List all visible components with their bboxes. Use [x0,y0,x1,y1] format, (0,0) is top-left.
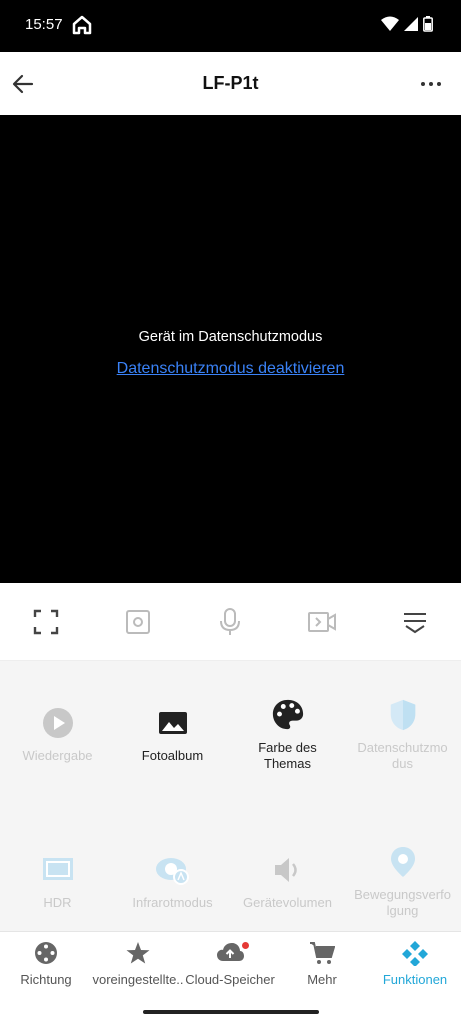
snapshot-button[interactable] [123,607,153,637]
tab-presets[interactable]: voreingestellte.. [92,932,184,994]
hdr-icon [42,858,73,880]
app-bar: LF-P1t [0,52,461,115]
disable-privacy-link[interactable]: Datenschutzmodus deaktivieren [0,360,461,378]
home-indicator[interactable] [143,1010,319,1014]
joystick-icon [35,942,57,964]
feature-label: HDR [43,895,72,910]
star-icon [126,942,150,964]
tab-functions[interactable]: Funktionen [369,932,461,994]
status-time: 15:57 [25,16,63,33]
wifi-icon [381,16,399,31]
feature-grid: Wiedergabe Fotoalbum Farbe des Themas Da… [0,661,461,931]
palette-icon [272,699,303,730]
feature-label: Infrarotmodus [132,895,213,910]
feature-motion-tracking[interactable]: Bewegungsverfolgung [345,845,460,919]
feature-infrared-mode[interactable]: Infrarotmodus [115,853,230,911]
feature-label: Farbe des Themas [258,740,317,771]
image-icon [158,712,187,734]
fullscreen-icon [33,609,59,635]
functions-grid-icon [402,941,428,966]
quality-menu-button[interactable] [400,607,430,637]
microphone-icon [220,608,240,635]
cart-icon [310,942,335,964]
tab-label: voreingestellte.. [92,972,184,987]
more-dot-icon [429,82,433,86]
feature-playback[interactable]: Wiedergabe [0,706,115,764]
status-icons [381,16,433,32]
more-dot-icon [421,82,425,86]
status-bar: 15:57 [0,0,461,52]
feature-photo-album[interactable]: Fotoalbum [115,706,230,764]
tab-label: Cloud-Speicher [185,972,275,987]
menu-collapse-icon [404,613,426,634]
page-title: LF-P1t [202,73,259,93]
feature-hdr[interactable]: HDR [0,853,115,911]
tab-direction[interactable]: Richtung [0,932,92,994]
feature-label: Fotoalbum [141,748,204,763]
feature-device-volume[interactable]: Gerätevolumen [230,853,345,911]
feature-privacy-mode[interactable]: Datenschutzmodus [345,698,460,772]
infrared-eye-icon [155,858,189,885]
privacy-message: Gerät im Datenschutzmodus [138,329,323,345]
video-view[interactable]: Gerät im Datenschutzmodus Datenschutzmod… [0,115,461,583]
video-record-icon [308,612,336,632]
tab-more[interactable]: Mehr [276,932,368,994]
battery-icon [423,16,433,32]
more-options-button[interactable] [417,70,445,98]
feature-label: Wiedergabe [22,748,93,763]
feature-theme-color[interactable]: Farbe des Themas [230,698,345,772]
feature-label: Bewegungsverfolgung [354,887,451,918]
feature-label: Datenschutzmodus [357,740,448,771]
tab-cloud-storage[interactable]: Cloud-Speicher [184,932,276,994]
tab-label: Mehr [307,972,337,987]
talk-button[interactable] [215,607,245,637]
shield-icon [390,699,415,731]
feature-label: Gerätevolumen [243,895,332,910]
location-pin-icon [390,847,415,877]
tab-label: Richtung [20,972,72,987]
camera-snapshot-icon [126,610,150,634]
tab-label: Funktionen [382,972,448,987]
signal-icon [404,17,418,31]
home-status-icon [72,15,92,35]
more-dot-icon [437,82,441,86]
notification-dot [242,942,249,949]
speaker-icon [274,858,297,882]
control-strip [0,583,461,661]
cloud-upload-icon [217,943,244,961]
record-button[interactable] [307,607,337,637]
fullscreen-button[interactable] [31,607,61,637]
play-icon [42,708,73,738]
